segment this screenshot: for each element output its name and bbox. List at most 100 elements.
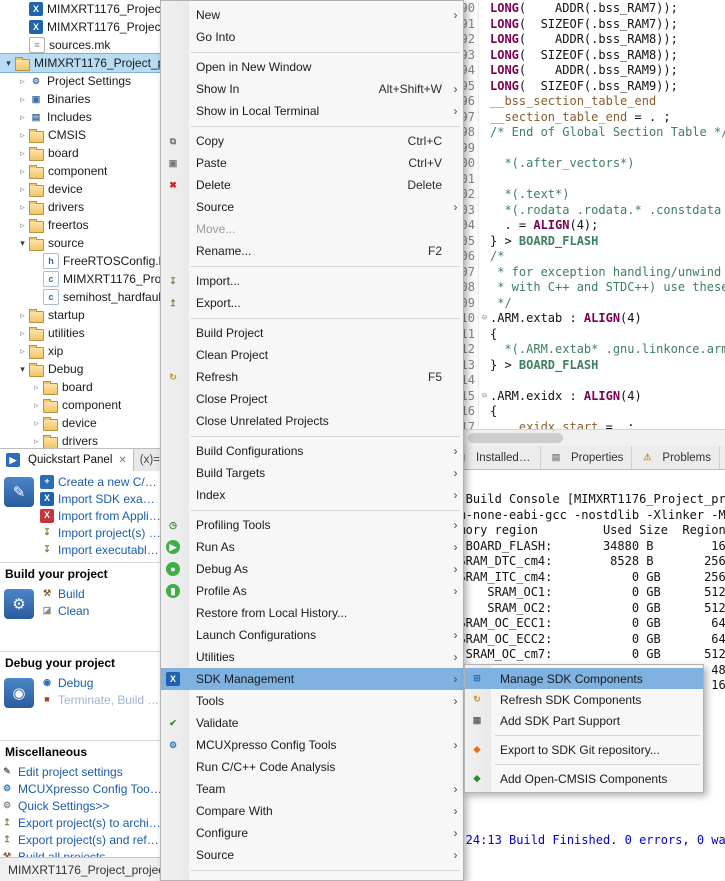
tree-item[interactable]: ▹ device [0, 414, 162, 432]
menu-item[interactable]: ◆ Add Open-CMSIS Components [465, 768, 703, 789]
quickstart-action[interactable]: ◪ Clean [40, 602, 162, 619]
tree-item[interactable]: ▾ MIMXRT1176_Project_project [0, 53, 162, 73]
menu-item[interactable]: Configure › [161, 822, 463, 844]
quickstart-action[interactable]: ↧ Import executable from file system [40, 541, 162, 558]
menu-item[interactable]: ✖ Delete Delete [161, 174, 463, 196]
expand-closed-icon[interactable]: ▹ [16, 310, 29, 321]
expand-closed-icon[interactable]: ▹ [30, 400, 43, 411]
fold-collapse-icon[interactable]: ⊖ [479, 389, 490, 405]
menu-item[interactable]: ↻ Refresh F5 [161, 366, 463, 388]
tree-item[interactable]: ▾ Debug [0, 360, 162, 378]
menu-item[interactable]: ▶ Run As › [161, 536, 463, 558]
menu-item[interactable]: New › [161, 4, 463, 26]
menu-item[interactable]: Rename... F2 [161, 240, 463, 262]
expand-open-icon[interactable]: ▾ [16, 364, 29, 375]
menu-item[interactable]: ▮ Profile As › [161, 580, 463, 602]
menu-item[interactable]: ● Debug As › [161, 558, 463, 580]
quickstart-action[interactable]: ⚙ MCUXpresso Config Tools>> [0, 780, 162, 797]
quickstart-action[interactable]: ◉ Debug [40, 674, 162, 691]
expand-closed-icon[interactable]: ▹ [16, 220, 29, 231]
tree-item[interactable]: ▹ startup [0, 306, 162, 324]
tree-item[interactable]: ▹ board [0, 378, 162, 396]
quickstart-action[interactable]: X Import SDK example(s)... [40, 490, 162, 507]
tree-item[interactable]: ▹ component [0, 396, 162, 414]
expand-closed-icon[interactable]: ▹ [16, 346, 29, 357]
view-tab-properties[interactable]: ▤ Properties [541, 446, 633, 469]
expand-closed-icon[interactable]: ▹ [16, 184, 29, 195]
tree-item[interactable]: ▹ device [0, 180, 162, 198]
menu-item[interactable]: Show in Local Terminal › [161, 100, 463, 122]
menu-item[interactable]: ↻ Refresh SDK Components [465, 689, 703, 710]
expand-closed-icon[interactable]: ▹ [16, 166, 29, 177]
quickstart-action[interactable]: X Import from Application Code Hub [40, 507, 162, 524]
quickstart-action[interactable]: ✎ Edit project settings [0, 763, 162, 780]
tree-item[interactable]: ▹ ▣ Binaries [0, 90, 162, 108]
expand-closed-icon[interactable]: ▹ [16, 76, 29, 87]
menu-item[interactable]: Index › [161, 484, 463, 506]
quickstart-action[interactable]: ⚒ Build [40, 585, 162, 602]
menu-item[interactable]: Compare With › [161, 800, 463, 822]
quickstart-action[interactable]: ↥ Export project(s) to archive (zip) [0, 814, 162, 831]
tree-item[interactable]: ▹ drivers [0, 198, 162, 216]
menu-item[interactable]: Source › [161, 196, 463, 218]
tree-item[interactable]: ▹ utilities [0, 324, 162, 342]
menu-item[interactable]: Clean Project [161, 344, 463, 366]
quickstart-action[interactable]: + Create a new C/C++ project... [40, 473, 162, 490]
menu-item[interactable]: Build Targets › [161, 462, 463, 484]
menu-item[interactable]: ⊞ Manage SDK Components [465, 668, 703, 689]
tree-item[interactable]: ▹ component [0, 162, 162, 180]
tree-item[interactable]: h FreeRTOSConfig.h [0, 252, 162, 270]
menu-item[interactable]: ▣ Paste Ctrl+V [161, 152, 463, 174]
tree-item[interactable]: ▹ CMSIS [0, 126, 162, 144]
menu-item[interactable]: PropertiesAlt+Enter [161, 874, 463, 880]
menu-item[interactable]: Close Unrelated Projects [161, 410, 463, 432]
menu-item[interactable]: Close Project [161, 388, 463, 410]
fold-collapse-icon[interactable]: ⊖ [479, 311, 490, 327]
quickstart-action[interactable]: ↥ Export project(s) and references to arc… [0, 831, 162, 848]
quickstart-action[interactable]: ↧ Import project(s) from file system... [40, 524, 162, 541]
tree-item[interactable]: X MIMXRT1176_Project_project LinkServer D… [0, 0, 162, 18]
tree-item[interactable]: ▹ ⚙ Project Settings [0, 72, 162, 90]
menu-item[interactable]: Tools › [161, 690, 463, 712]
expand-open-icon[interactable]: ▾ [16, 238, 29, 249]
expand-closed-icon[interactable]: ▹ [16, 94, 29, 105]
view-tab-console[interactable]: ▥Console [720, 446, 725, 469]
view-tab-problems[interactable]: ⚠ Problems [632, 446, 720, 469]
expand-closed-icon[interactable]: ▹ [16, 202, 29, 213]
close-icon[interactable]: ✕ [118, 455, 126, 466]
menu-item[interactable]: ✔ Validate [161, 712, 463, 734]
menu-item[interactable]: ↧ Import... [161, 270, 463, 292]
expand-closed-icon[interactable]: ▹ [16, 130, 29, 141]
expand-closed-icon[interactable]: ▹ [30, 418, 43, 429]
tree-item[interactable]: c semihost_hardfault.c [0, 288, 162, 306]
menu-item[interactable]: ◷ Profiling Tools › [161, 514, 463, 536]
expand-closed-icon[interactable]: ▹ [16, 148, 29, 159]
menu-item[interactable]: Build Project [161, 322, 463, 344]
linker-script-editor[interactable]: 90 LONG( ADDR(.bss_RAM7)); 91 LONG( SIZEOF(… [440, 0, 725, 430]
menu-item[interactable]: ⚙ MCUXpresso Config Tools › [161, 734, 463, 756]
expand-closed-icon[interactable]: ▹ [30, 382, 43, 393]
quickstart-action[interactable]: ⚒ Build all projects [0, 848, 162, 858]
tree-item[interactable]: ▹ ▤ Includes [0, 108, 162, 126]
menu-item[interactable]: ▦ Add SDK Part Support [465, 710, 703, 731]
tree-item[interactable]: X MIMXRT1176_Project_project JLink Debug.… [0, 18, 162, 36]
editor-horizontal-scrollbar[interactable] [440, 429, 725, 447]
tree-item[interactable]: ≡ sources.mk [0, 36, 162, 54]
quickstart-tab[interactable]: (x)= Variables [134, 449, 162, 471]
menu-item[interactable]: Open in New Window [161, 56, 463, 78]
menu-item[interactable]: ↥ Export... [161, 292, 463, 314]
quickstart-tab[interactable]: ▶ Quickstart Panel ✕ [0, 449, 134, 471]
menu-item[interactable]: X SDK Management › [161, 668, 463, 690]
tree-item[interactable]: ▹ drivers [0, 432, 162, 448]
expand-closed-icon[interactable]: ▹ [16, 112, 29, 123]
tree-item[interactable]: ▹ xip [0, 342, 162, 360]
quickstart-action[interactable]: ⚙ Quick Settings>> [0, 797, 162, 814]
menu-item[interactable]: Launch Configurations › [161, 624, 463, 646]
expand-closed-icon[interactable]: ▹ [30, 436, 43, 447]
scrollbar-thumb[interactable] [468, 433, 563, 443]
tree-item[interactable]: ▹ freertos [0, 216, 162, 234]
menu-item[interactable]: Go Into [161, 26, 463, 48]
menu-item[interactable]: Run C/C++ Code Analysis [161, 756, 463, 778]
tree-item[interactable]: c MIMXRT1176_Project_project.c [0, 270, 162, 288]
expand-open-icon[interactable]: ▾ [2, 58, 15, 69]
